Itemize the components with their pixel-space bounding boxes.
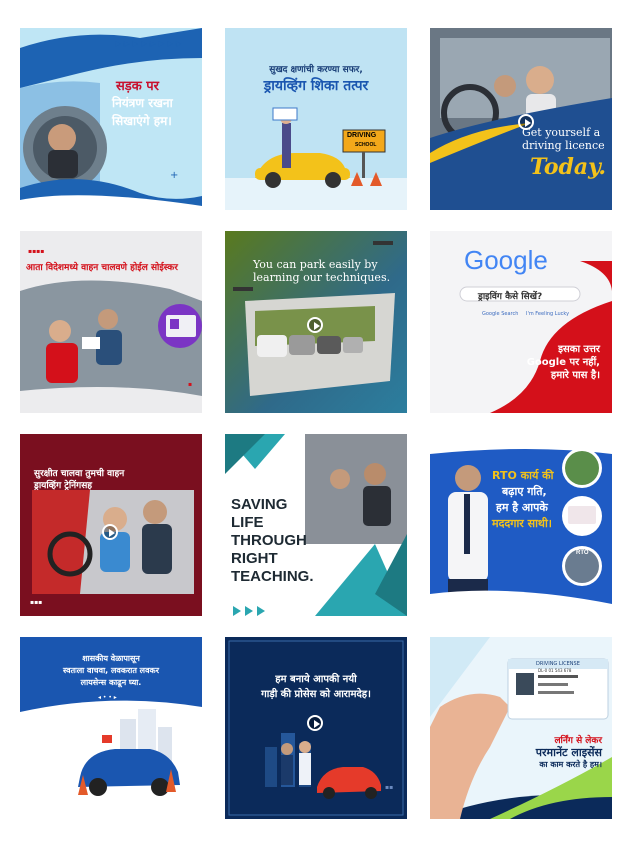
tile-driving-school[interactable]: सुखद क्षणांची करण्या सफर, ड्रायव्हिंग शि…	[225, 28, 407, 210]
tile-safe-training[interactable]: ▪▪▪ सुरक्षीत चालवा तुमची वाहन ड्रायव्हिं…	[20, 434, 202, 616]
tile-licence-today[interactable]: Get yourself a driving licence Today.	[430, 28, 612, 210]
tile1-line1: सड़क पर	[116, 79, 159, 94]
tile-steering-control[interactable]: ▷ ▷ ▷ ▷ ▷ ▷ ▷ ▷ + सड़क पर नियंत्रण रखना …	[20, 28, 202, 210]
card-title: DRIVING LICENSE	[536, 661, 580, 667]
tile10-line1: शासकीय वेळापासून	[82, 654, 140, 663]
svg-text:+: +	[170, 170, 178, 181]
tile8-line4: RIGHT	[231, 550, 278, 567]
tile12-line2: परमानेंट लाइसेंस	[535, 746, 602, 759]
tile3-line2: driving licence	[522, 139, 605, 152]
search-input[interactable]: ड्राइविंग कैसे सिखें?	[478, 289, 542, 302]
tile12-line3: का काम करते है हम।	[539, 760, 602, 769]
tile6-line2: Google पर नहीं,	[526, 357, 600, 368]
svg-text:▷ ▷ ▷ ▷ ▷ ▷ ▷ ▷: ▷ ▷ ▷ ▷ ▷ ▷ ▷ ▷	[115, 39, 183, 48]
play-icon[interactable]	[307, 317, 323, 333]
tile2-sign2: SCHOOL	[355, 142, 377, 148]
tile5-line1: You can park easily by	[253, 258, 378, 271]
tile9-line1: RTO कार्य की	[492, 469, 554, 482]
tile6-line3: हमारे पास है।	[550, 370, 600, 381]
tile-rto-work[interactable]: RTO कार्य की बढ़ाए गति, हम है आपके मददगा…	[430, 434, 612, 616]
tile1-line3: सिखाएंगे हम।	[112, 114, 172, 128]
tile-permanent-licence[interactable]: DRIVING LICENSE DL-0 01 543 678 लर्निंग …	[430, 637, 612, 819]
play-icon[interactable]	[307, 715, 323, 731]
tile7-line2: ड्रायव्हिंग ट्रेनिंगसह	[34, 481, 93, 491]
tile9-line3: हम है आपके	[496, 501, 548, 514]
tile3-line1: Get yourself a	[522, 126, 601, 139]
tile2-sign1: DRIVING	[347, 132, 377, 139]
card-number: DL-0 01 543 678	[538, 668, 572, 673]
tile12-graphic	[430, 637, 612, 819]
tile-parking-techniques[interactable]: You can park easily by learning our tech…	[225, 231, 407, 413]
tile8-line5: TEACHING.	[231, 568, 314, 585]
svg-text:◂ • • ▸: ◂ • • ▸	[98, 694, 117, 701]
tile10-line2: स्वतःला वाचवा, लवकरात लवकर	[63, 666, 159, 675]
tile2-line1: सुखद क्षणांची करण्या सफर,	[269, 65, 363, 75]
tile10-line3: लायसेन्स काढून घ्या.	[80, 678, 142, 687]
tile-saving-life[interactable]: SAVING LIFE THROUGH RIGHT TEACHING.	[225, 434, 407, 616]
google-logo: Google	[464, 245, 548, 275]
tile6-line1: इसका उत्तर	[558, 344, 600, 355]
tile3-line3: Today.	[530, 154, 607, 180]
tile11-line2: गाड़ी की प्रोसेस को आरामदेह।	[261, 689, 371, 700]
google-search-button[interactable]: Google Search	[482, 311, 518, 317]
tile1-graphic: ▷ ▷ ▷ ▷ ▷ ▷ ▷ ▷ +	[20, 28, 202, 210]
svg-text:▪: ▪	[188, 381, 192, 388]
tile11-line1: हम बनाये आपकी नयी	[275, 674, 357, 685]
tile8-line1: SAVING	[231, 496, 288, 513]
svg-text:▪▪: ▪▪	[385, 784, 393, 791]
tile4-line1: आता विदेशमध्ये वाहन चालवणे होईल सोईस्कर	[26, 263, 178, 273]
tile1-line2: नियंत्रण रखना	[112, 96, 173, 110]
lucky-button[interactable]: I'm Feeling Lucky	[526, 311, 569, 317]
rto-badge: RTO	[576, 550, 589, 556]
tile8-line2: LIFE	[231, 514, 264, 531]
tile9-line4: मददगार साथी।	[492, 517, 552, 530]
tile-new-car-process[interactable]: ▪▪ हम बनाये आपकी नयी गाड़ी की प्रोसेस को…	[225, 637, 407, 819]
tile2-line2: ड्रायव्हिंग शिका तत्पर	[263, 78, 369, 94]
svg-text:▪▪▪: ▪▪▪	[30, 599, 42, 606]
tile-google-search[interactable]: Google ड्राइविंग कैसे सिखें? Google Sear…	[430, 231, 612, 413]
tile-abroad-driving[interactable]: ▪▪▪▪ ▪ आता विदेशमध्ये वाहन चालवणे होईल स…	[20, 231, 202, 413]
tile-get-licence[interactable]: ◂ • • ▸ शासकीय वेळापासून स्वतःला वाचवा, …	[20, 637, 202, 819]
tile8-line3: THROUGH	[231, 532, 307, 549]
tile2-graphic	[225, 28, 407, 210]
tile5-line2: learning our techniques.	[253, 271, 391, 284]
svg-text:▪▪▪▪: ▪▪▪▪	[28, 248, 44, 255]
tile9-line2: बढ़ाए गति,	[502, 485, 547, 498]
tile4-graphic: ▪▪▪▪ ▪	[20, 231, 202, 413]
play-icon[interactable]	[102, 524, 118, 540]
